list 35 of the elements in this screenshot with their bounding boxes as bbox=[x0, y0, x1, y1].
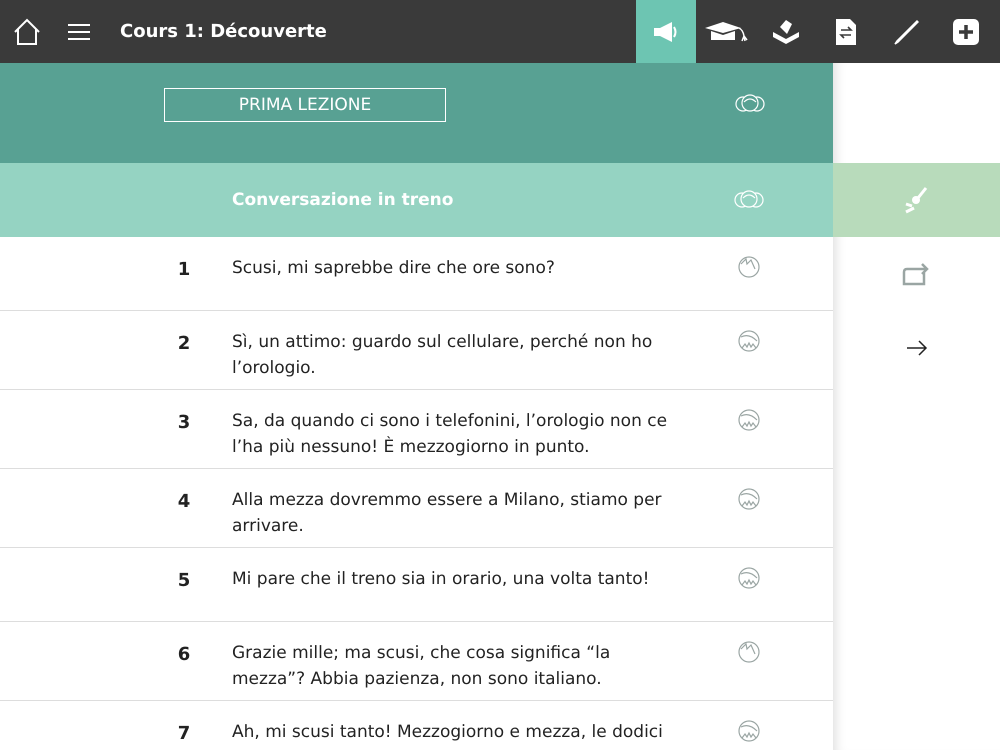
bearded-face-icon bbox=[738, 487, 760, 511]
graduation-cap-icon bbox=[703, 20, 749, 44]
repeat-icon bbox=[902, 260, 932, 288]
dialogue-text: Mi pare che il treno sia in orario, una volta tanto! bbox=[232, 568, 650, 591]
brush-icon bbox=[904, 186, 930, 214]
dialogue-text: Scusi, mi saprebbe dire che ore sono? bbox=[232, 257, 556, 280]
add-icon bbox=[953, 18, 979, 44]
dialogue-text: Grazie mille; ma scusi, che cosa significa “la mezza”? Abbia pazienza, non sono italiano. bbox=[232, 642, 612, 691]
line-number: 7 bbox=[176, 723, 192, 744]
face-icon bbox=[738, 640, 760, 664]
line-number: 5 bbox=[176, 570, 192, 591]
dialogue-text: Sa, da quando ci sono i telefonini, l’orologio non ce l’ha più nessuno! È mezzogiorno in punto. bbox=[232, 410, 668, 459]
lesson-title: PRIMA LEZIONE bbox=[164, 88, 446, 122]
dialogue-text: Alla mezza dovremmo essere a Milano, stiamo per arrivare. bbox=[232, 489, 663, 538]
document-icon bbox=[835, 18, 857, 46]
tray-icon bbox=[771, 18, 801, 46]
menu-icon bbox=[68, 22, 90, 40]
course-title: Cours 1: Découverte bbox=[120, 21, 328, 42]
dialogue-text: Ah, mi scusi tanto! Mezzogiorno e mezza, le dodici bbox=[232, 721, 664, 744]
pen-icon bbox=[893, 18, 919, 44]
line-number: 1 bbox=[176, 259, 192, 280]
arrow-right-icon bbox=[906, 340, 928, 356]
section-title: Conversazione in treno bbox=[232, 190, 454, 210]
bearded-face-icon bbox=[738, 566, 760, 590]
line-number: 3 bbox=[176, 412, 192, 433]
bearded-face-icon bbox=[738, 719, 760, 743]
line-number: 2 bbox=[176, 333, 192, 354]
home-icon bbox=[12, 16, 42, 46]
bearded-face-icon bbox=[738, 408, 760, 432]
megaphone-icon bbox=[653, 20, 679, 42]
line-number: 4 bbox=[176, 491, 192, 512]
dialogue-text: Sì, un attimo: guardo sul cellulare, perché non ho l’orologio. bbox=[232, 331, 654, 380]
bearded-face-icon bbox=[738, 329, 760, 353]
face-icon bbox=[738, 255, 760, 279]
line-number: 6 bbox=[176, 644, 192, 665]
